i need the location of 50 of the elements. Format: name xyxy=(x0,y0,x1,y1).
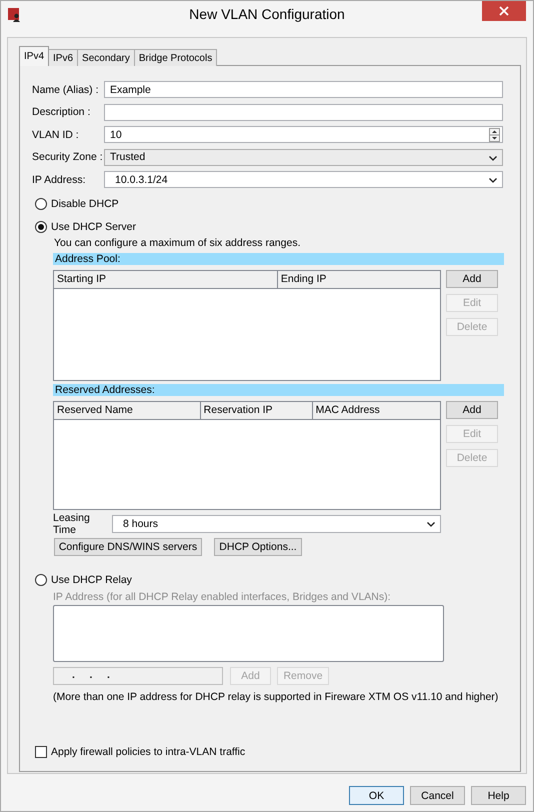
window-title: New VLAN Configuration xyxy=(188,6,346,22)
number-spinner[interactable]: 10 xyxy=(104,126,503,144)
chevron-down-icon xyxy=(489,178,497,184)
chevron-down-icon xyxy=(489,156,497,161)
checkbox-label: Apply firewall policies to intra-VLAN traffic xyxy=(51,746,246,758)
spinner-arrows-icon xyxy=(489,128,500,142)
radio-label: Disable DHCP xyxy=(51,198,119,210)
dropdown[interactable]: Trusted xyxy=(104,148,503,166)
tab[interactable]: Bridge Protocols xyxy=(134,49,218,66)
address-list[interactable] xyxy=(53,605,444,662)
tab[interactable]: IPv4 xyxy=(19,46,50,66)
radio-label: Use DHCP Server xyxy=(51,220,136,233)
tab[interactable]: IPv6 xyxy=(48,49,78,66)
field-label: Security Zone : xyxy=(32,151,104,164)
checkbox[interactable] xyxy=(35,746,47,758)
dialog-button[interactable]: Help xyxy=(471,786,526,805)
close-button[interactable] xyxy=(482,1,526,21)
dialog-button[interactable]: OK xyxy=(349,786,404,805)
field-label: Name (Alias) : xyxy=(32,84,100,96)
column-header[interactable]: Reserved Name xyxy=(54,402,201,420)
column-header[interactable]: Starting IP xyxy=(54,271,278,288)
field-label: Leasing Time xyxy=(53,512,91,536)
field-label: IP Address: xyxy=(32,174,87,186)
column-header[interactable]: Reservation IP xyxy=(200,402,313,420)
dropdown[interactable]: 8 hours xyxy=(112,515,441,534)
chevron-down-icon xyxy=(427,522,435,528)
tab[interactable]: Secondary xyxy=(77,49,135,66)
radio-button[interactable] xyxy=(35,198,47,210)
radio-label: Use DHCP Relay xyxy=(51,574,132,586)
text-field[interactable] xyxy=(104,104,503,121)
dropdown[interactable]: 10.0.3.1/24 xyxy=(104,171,503,188)
app-logo-icon xyxy=(8,8,21,22)
list-label: IP Address (for all DHCP Relay enabled interfaces, Bridges and VLANs): xyxy=(53,591,392,604)
close-icon xyxy=(499,6,509,16)
column-header[interactable]: Ending IP xyxy=(278,271,440,288)
section-header: Reserved Addresses: xyxy=(53,384,504,396)
text-field[interactable]: Example xyxy=(104,81,503,98)
hint-text: You can configure a maximum of six address ranges. xyxy=(54,237,302,250)
table-button[interactable]: Add xyxy=(446,401,498,420)
field-label: Description : xyxy=(32,106,92,118)
radio-button[interactable] xyxy=(35,574,47,586)
dialog-button[interactable]: Cancel xyxy=(410,786,465,805)
action-button[interactable]: Configure DNS/WINS servers xyxy=(54,538,202,556)
section-header: Address Pool: xyxy=(53,253,504,266)
field-label: VLAN ID : xyxy=(32,128,80,141)
column-header[interactable]: MAC Address xyxy=(312,402,440,420)
radio-button[interactable] xyxy=(35,220,47,233)
action-button[interactable]: DHCP Options... xyxy=(214,538,302,556)
table-button[interactable]: Add xyxy=(446,270,498,288)
info-text: (More than one IP address for DHCP relay is supported in Fireware XTM OS v11.10 and higher) xyxy=(53,691,500,704)
